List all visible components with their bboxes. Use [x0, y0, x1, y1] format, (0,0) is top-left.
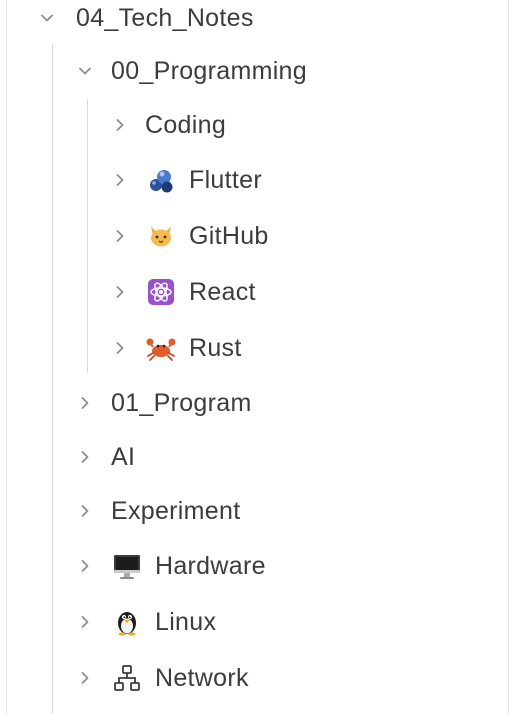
network-icon	[110, 663, 144, 693]
tree-folder-github[interactable]: GitHub	[0, 215, 508, 257]
flutter-icon	[144, 165, 178, 195]
chevron-right-icon[interactable]	[109, 281, 131, 303]
tree-folder-react[interactable]: React	[0, 271, 508, 313]
tree-folder-network[interactable]: Network	[0, 657, 508, 699]
tree-folder-coding[interactable]: Coding	[0, 104, 508, 146]
chevron-right-icon[interactable]	[74, 667, 96, 689]
atom-icon	[144, 277, 178, 307]
folder-label: Rust	[189, 333, 242, 362]
folder-label: React	[189, 277, 256, 306]
tree-folder-00-programming[interactable]: 00_Programming	[0, 50, 508, 92]
panel-right-border	[508, 0, 509, 714]
chevron-right-icon[interactable]	[109, 225, 131, 247]
folder-label: 00_Programming	[111, 56, 307, 85]
chevron-right-icon[interactable]	[109, 337, 131, 359]
folder-label: 04_Tech_Notes	[76, 3, 254, 32]
chevron-right-icon[interactable]	[109, 114, 131, 136]
folder-label: AI	[111, 442, 136, 471]
cat-icon	[144, 221, 178, 251]
chevron-right-icon[interactable]	[74, 446, 96, 468]
penguin-icon	[110, 607, 144, 637]
folder-label: 01_Program	[111, 388, 252, 417]
tree-folder-experiment[interactable]: Experiment	[0, 490, 508, 532]
desktop-computer-icon	[110, 551, 144, 581]
tree-folder-linux[interactable]: Linux	[0, 601, 508, 643]
chevron-right-icon[interactable]	[74, 500, 96, 522]
chevron-down-icon[interactable]	[36, 7, 58, 29]
tree-folder-ai[interactable]: AI	[0, 436, 508, 478]
tree-folder-hardware[interactable]: Hardware	[0, 545, 508, 587]
tree-folder-01-program[interactable]: 01_Program	[0, 382, 508, 424]
chevron-right-icon[interactable]	[74, 392, 96, 414]
folder-label: Linux	[155, 607, 217, 636]
chevron-right-icon[interactable]	[74, 611, 96, 633]
chevron-down-icon[interactable]	[74, 60, 96, 82]
tree-folder-rust[interactable]: Rust	[0, 327, 508, 369]
folder-label: GitHub	[189, 221, 269, 250]
folder-label: Network	[155, 663, 249, 692]
folder-label: Flutter	[189, 165, 262, 194]
chevron-right-icon[interactable]	[109, 169, 131, 191]
tree-folder-04-tech-notes[interactable]: 04_Tech_Notes	[0, 0, 508, 39]
chevron-right-icon[interactable]	[74, 555, 96, 577]
folder-label: Hardware	[155, 551, 266, 580]
file-tree-panel: 04_Tech_Notes 00_Programming Coding Flut…	[0, 0, 516, 714]
tree-folder-flutter[interactable]: Flutter	[0, 159, 508, 201]
crab-icon	[144, 333, 178, 363]
folder-label: Coding	[145, 110, 227, 139]
folder-label: Experiment	[111, 496, 241, 525]
